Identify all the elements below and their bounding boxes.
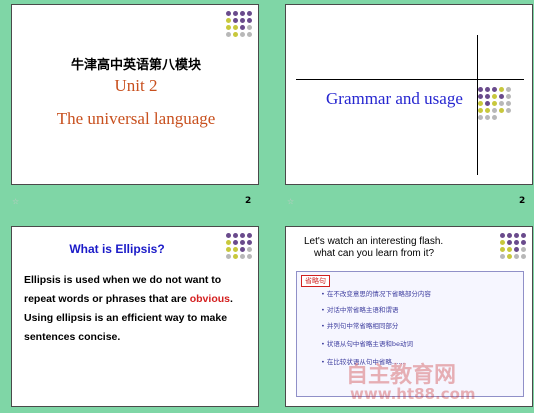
slide-4[interactable]: Let's watch an interesting flash. what c…	[285, 226, 533, 407]
slide-number: 2	[519, 196, 526, 206]
slide-title: What is Ellipsis?	[69, 242, 165, 256]
horizontal-rule	[296, 79, 524, 80]
panel-line: • 状语从句中省略主语和be动词	[321, 340, 414, 348]
decorative-dots-icon	[226, 233, 256, 263]
slide-subtitle: The universal language	[56, 109, 216, 128]
slide-transition-icon[interactable]: ☆	[287, 197, 294, 206]
slide-transition-icon[interactable]: ☆	[12, 197, 19, 206]
slide-cn-title: 牛津高中英语第八模块	[70, 58, 201, 73]
slide-title: Grammar and usage	[326, 89, 463, 108]
slide-2[interactable]: Grammar and usage	[285, 4, 533, 185]
slide-prompt: Let's watch an interesting flash. what c…	[304, 236, 504, 260]
panel-line: • 并列句中常省略相同部分	[321, 322, 399, 330]
decorative-dots-icon	[478, 87, 518, 137]
panel-label: 省略句	[301, 275, 330, 287]
decorative-dots-icon	[226, 11, 256, 41]
decorative-dots-icon	[500, 233, 530, 263]
panel-line: • 对话中常省略主语和谓语	[321, 306, 399, 314]
slide-body-text: Ellipsis is used when we do not want to …	[24, 271, 246, 347]
slide-1[interactable]: 牛津高中英语第八模块 Unit 2 The universal language	[11, 4, 259, 185]
body-text-highlight: obvious	[189, 293, 230, 305]
slide-3[interactable]: What is Ellipsis? Ellipsis is used when …	[11, 226, 259, 407]
slide-unit-title: Unit 2	[114, 76, 158, 95]
prompt-line-2: what can you learn from it?	[314, 248, 435, 259]
watermark-url: www.ht88.com	[350, 385, 476, 403]
prompt-line-1: Let's watch an interesting flash.	[304, 236, 444, 247]
slide-number: 2	[245, 196, 252, 206]
panel-line: • 在不改变意思的情况下省略部分内容	[321, 290, 431, 298]
